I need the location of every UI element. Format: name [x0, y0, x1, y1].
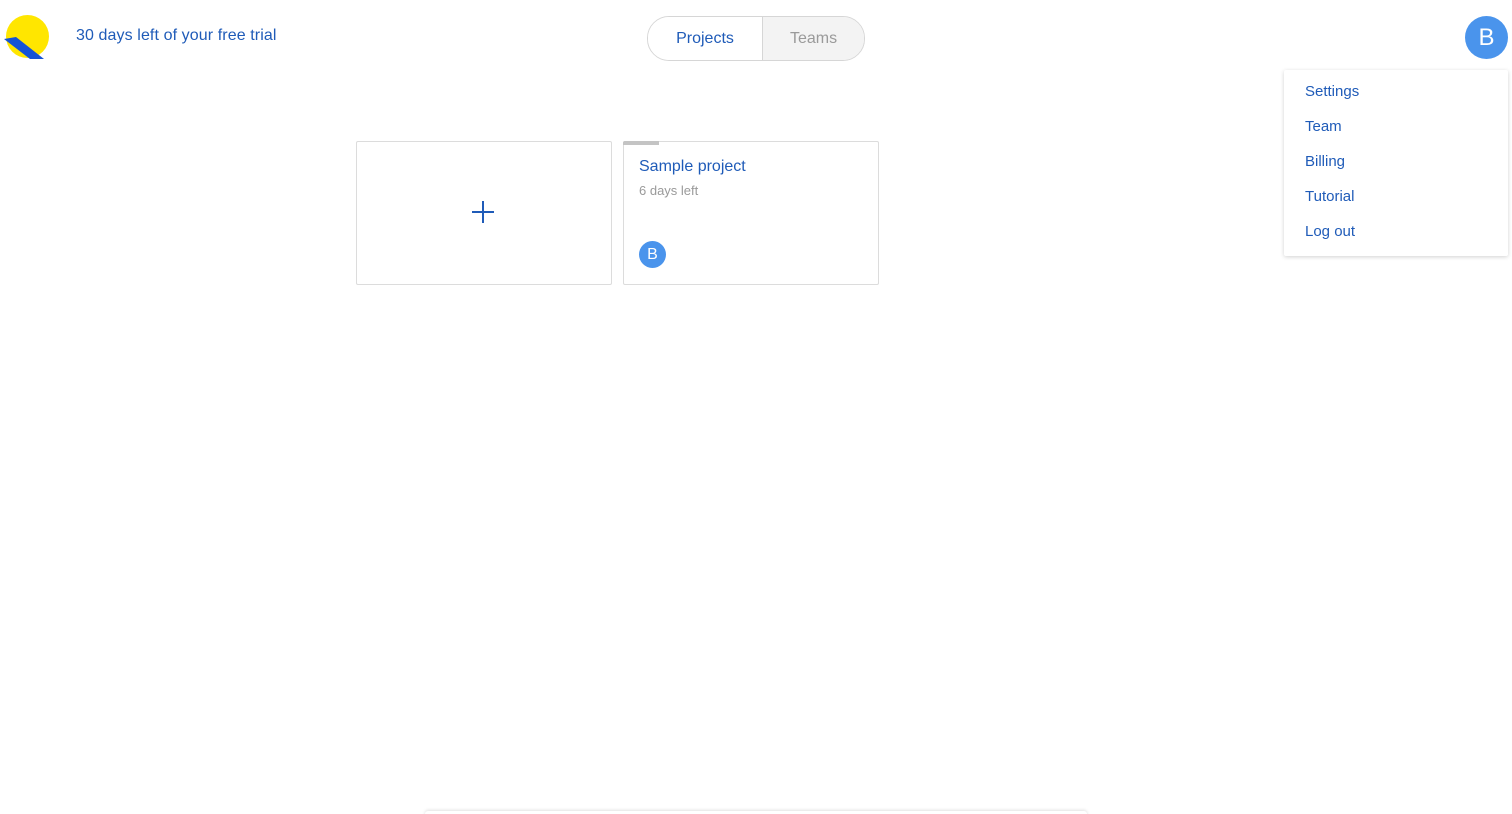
menu-item-settings[interactable]: Settings: [1284, 81, 1508, 116]
project-member-avatar: B: [639, 241, 666, 268]
project-days-left: 6 days left: [639, 183, 699, 198]
free-trial-notice: 30 days left of your free trial: [76, 27, 277, 44]
user-avatar-button[interactable]: B: [1465, 16, 1508, 59]
project-title: Sample project: [639, 158, 746, 175]
add-project-card[interactable]: [356, 141, 612, 285]
project-card[interactable]: Sample project 6 days left B: [623, 141, 879, 285]
menu-item-billing[interactable]: Billing: [1284, 151, 1508, 186]
app-logo-icon[interactable]: [4, 15, 50, 61]
tab-projects[interactable]: Projects: [648, 17, 763, 60]
app-page: 30 days left of your free trial Projects…: [0, 0, 1512, 814]
user-menu: Settings Team Billing Tutorial Log out: [1284, 70, 1508, 256]
tab-teams[interactable]: Teams: [763, 17, 864, 60]
menu-item-team[interactable]: Team: [1284, 116, 1508, 151]
view-switcher: Projects Teams: [647, 16, 865, 61]
menu-item-log-out[interactable]: Log out: [1284, 221, 1508, 256]
plus-icon: [471, 200, 495, 224]
menu-item-tutorial[interactable]: Tutorial: [1284, 186, 1508, 221]
project-progress-bar: [623, 141, 659, 145]
